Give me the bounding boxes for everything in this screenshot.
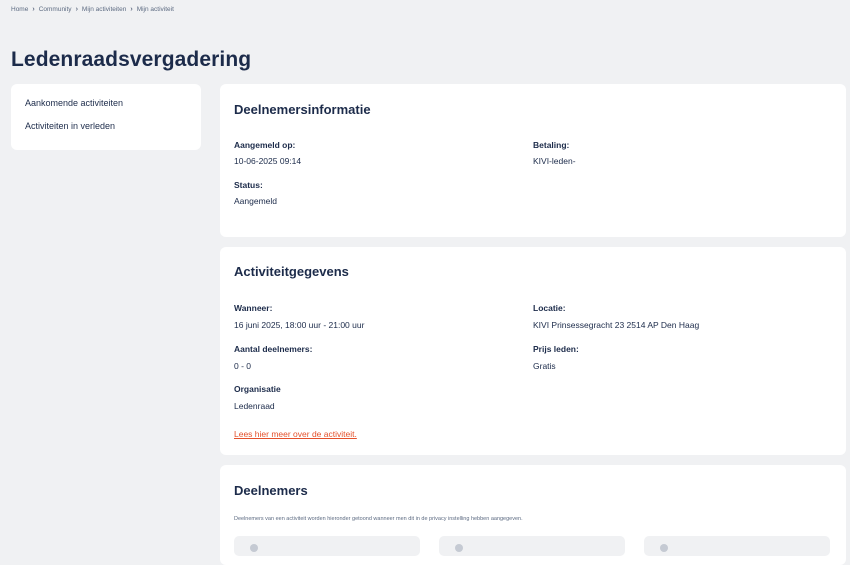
when-label: Wanneer:: [234, 303, 273, 313]
location-label: Locatie:: [533, 303, 566, 313]
status-value: Aangemeld: [234, 196, 278, 206]
participant-info-title: Deelnemersinformatie: [234, 102, 371, 117]
avatar: [455, 544, 463, 552]
activity-details-card: Activiteitgegevens Wanneer: 16 juni 2025…: [220, 247, 846, 455]
chevron-right-icon: ›: [32, 6, 35, 13]
breadcrumb-my-activities[interactable]: Mijn activiteiten: [82, 6, 126, 13]
organisation-label: Organisatie: [234, 384, 281, 394]
participants-title: Deelnemers: [234, 483, 308, 498]
status-label: Status:: [234, 180, 263, 190]
participant-tile[interactable]: [234, 536, 420, 556]
when-value: 16 juni 2025, 18:00 uur - 21:00 uur: [234, 320, 365, 330]
participants-note: Deelnemers van een activiteit worden hie…: [234, 516, 523, 522]
organisation-value: Ledenraad: [234, 401, 275, 411]
read-more-link[interactable]: Lees hier meer over de activiteit.: [234, 429, 357, 439]
registered-label: Aangemeld op:: [234, 140, 296, 150]
breadcrumb: Home › Community › Mijn activiteiten › M…: [11, 6, 174, 13]
chevron-right-icon: ›: [75, 6, 78, 13]
page-title: Ledenraadsvergadering: [11, 48, 252, 71]
avatar: [250, 544, 258, 552]
payment-label: Betaling:: [533, 140, 570, 150]
activity-details-title: Activiteitgegevens: [234, 264, 349, 279]
payment-value: KIVI-leden-: [533, 156, 576, 166]
breadcrumb-community[interactable]: Community: [39, 6, 72, 13]
breadcrumb-my-activity: Mijn activiteit: [136, 6, 174, 13]
sidebar-item-upcoming[interactable]: Aankomende activiteiten: [25, 98, 187, 108]
participant-info-card: Deelnemersinformatie Aangemeld op: 10-06…: [220, 84, 846, 237]
avatar: [660, 544, 668, 552]
sidebar-nav: Aankomende activiteiten Activiteiten in …: [11, 84, 201, 150]
participant-tile[interactable]: [439, 536, 625, 556]
participant-tile[interactable]: [644, 536, 830, 556]
breadcrumb-home[interactable]: Home: [11, 6, 28, 13]
chevron-right-icon: ›: [130, 6, 133, 13]
member-price-value: Gratis: [533, 361, 556, 371]
location-value: KIVI Prinsessegracht 23 2514 AP Den Haag: [533, 320, 700, 330]
registered-value: 10-06-2025 09:14: [234, 156, 302, 166]
sidebar-item-past[interactable]: Activiteiten in verleden: [25, 121, 187, 131]
member-price-label: Prijs leden:: [533, 344, 579, 354]
participant-count-label: Aantal deelnemers:: [234, 344, 313, 354]
participant-count-value: 0 - 0: [234, 361, 252, 371]
